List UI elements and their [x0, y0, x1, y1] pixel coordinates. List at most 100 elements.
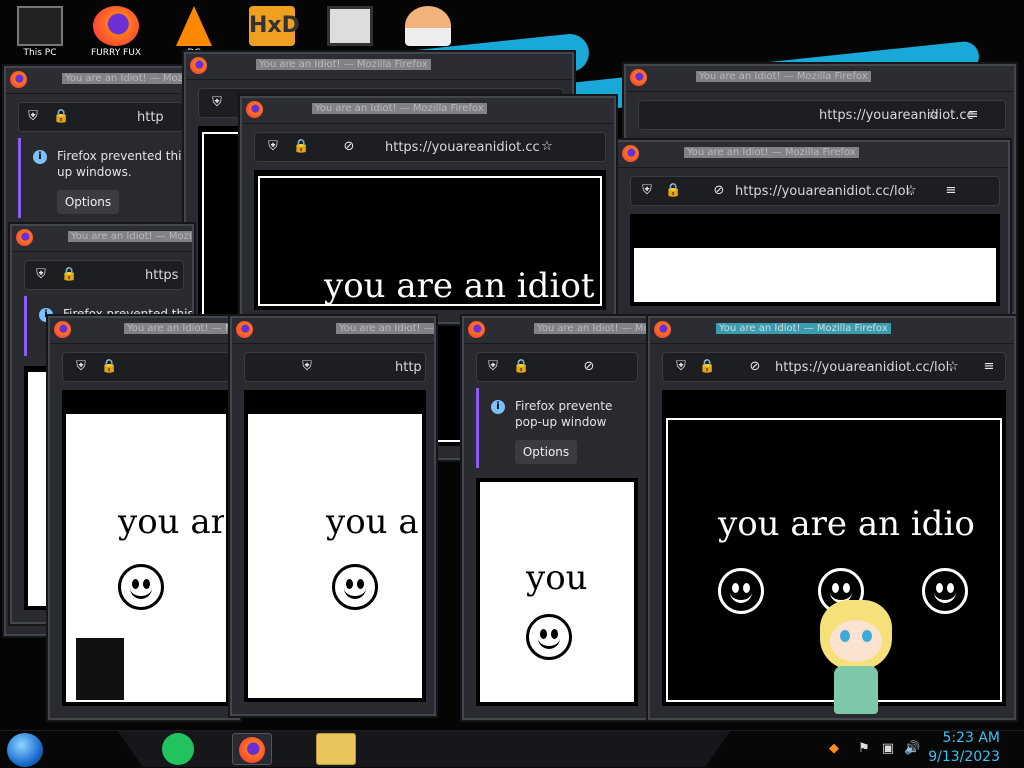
clock[interactable]: 5:23 AM 9/13/2023 — [928, 729, 1000, 767]
info-icon: i — [33, 150, 47, 164]
tracking-icon[interactable]: ⊘ — [581, 359, 597, 375]
toolbar: ⛨ 🔒 ⊘ — [476, 352, 638, 382]
smiley-icon — [922, 568, 968, 614]
firefox-icon — [246, 101, 263, 118]
lock-icon[interactable]: 🔒 — [513, 359, 529, 375]
phrase-text: you are an idiot — [324, 266, 595, 306]
network-icon[interactable]: ▣ — [880, 741, 896, 757]
taskbar: ◆ ⚑ ▣ 🔊 5:23 AM 9/13/2023 — [0, 730, 1024, 768]
window-title: You are an Idiot! — Mozilla Firefox — [68, 231, 192, 242]
menu-icon[interactable]: ≡ — [965, 107, 981, 123]
lock-icon[interactable]: 🔒 — [53, 109, 69, 125]
spotify-icon[interactable] — [162, 733, 194, 765]
phrase-text: you — [526, 558, 588, 598]
toolbar: ⛨ 🔒 ⊘ https://youareanidiot.cc/lol. ☆ ≡ — [662, 352, 1006, 382]
toolbar: ⛨ 🔒 http — [18, 102, 184, 132]
toolbar: ⛨ 🔒 — [62, 352, 230, 382]
shield-icon[interactable]: ⛨ — [299, 359, 315, 375]
options-button[interactable]: Options — [515, 440, 577, 464]
toolbar: ⛨ 🔒 ⊘ https://youareanidiot.cc/lol. ☆ ≡ — [630, 176, 1000, 206]
notice-text: Firefox prevented this s — [57, 149, 194, 163]
smiley-icon — [332, 564, 378, 610]
shield-icon[interactable]: ⛨ — [673, 359, 689, 375]
this-pc-icon[interactable]: This PC — [12, 6, 68, 64]
smiley-icon — [118, 564, 164, 610]
firefox-window[interactable]: You are an Idiot! — Mozilla Firefox ⛨ 🔒 … — [48, 316, 240, 720]
notice-text: pop-up window — [515, 415, 607, 429]
tray-app-icon[interactable]: ◆ — [826, 741, 842, 757]
lock-icon[interactable]: 🔒 — [665, 183, 681, 199]
taskbar-band — [118, 731, 730, 767]
url-bar[interactable]: https://youareanidiot.cc — [819, 108, 974, 123]
shield-icon[interactable]: ⛨ — [209, 95, 225, 111]
lock-icon[interactable]: 🔒 — [101, 359, 117, 375]
start-button[interactable] — [7, 733, 43, 767]
window-title: You are an Idiot! — Mozilla Firefox — [336, 323, 434, 334]
window-title: You are an Idiot! — Mozilla Firefox — [716, 323, 891, 334]
window-title: You are an Idiot! — Mozilla Firefox — [534, 323, 646, 334]
bookmark-star-icon[interactable]: ☆ — [945, 359, 961, 375]
phrase-text: you are an idio — [718, 504, 975, 544]
toolbar: https://youareanidiot.cc ☆ ≡ — [638, 100, 1006, 130]
firefox-icon — [16, 229, 33, 246]
bookmark-star-icon[interactable]: ☆ — [925, 107, 941, 123]
smiley-icon — [526, 614, 572, 660]
menu-icon[interactable]: ≡ — [981, 359, 997, 375]
firefox-icon — [190, 57, 207, 74]
window-title: You are an Idiot! — Mozilla Firefox — [312, 103, 487, 114]
firefox-window[interactable]: You are an Idiot! — Mozilla Firefox ⛨ 🔒 … — [462, 316, 648, 720]
firefox-icon — [622, 145, 639, 162]
file-explorer-icon[interactable] — [316, 733, 356, 765]
firefox-icon — [54, 321, 71, 338]
url-bar[interactable]: http — [395, 360, 422, 375]
firefox-icon — [236, 321, 253, 338]
shield-icon[interactable]: ⛨ — [639, 183, 655, 199]
lock-icon[interactable]: 🔒 — [61, 267, 77, 283]
bookmark-star-icon[interactable]: ☆ — [539, 139, 555, 155]
volume-icon[interactable]: 🔊 — [904, 741, 920, 757]
tracking-icon[interactable]: ⊘ — [747, 359, 763, 375]
lock-icon[interactable]: 🔒 — [699, 359, 715, 375]
firefox-desktop-icon[interactable]: FURRY FUX — [88, 6, 144, 64]
tracking-icon[interactable]: ⊘ — [341, 139, 357, 155]
url-bar[interactable]: https — [145, 268, 178, 283]
toolbar: ⛨ 🔒 https — [24, 260, 184, 290]
lock-icon[interactable]: 🔒 — [293, 139, 309, 155]
bookmark-star-icon[interactable]: ☆ — [903, 183, 919, 199]
firefox-icon — [630, 69, 647, 86]
firefox-icon — [10, 71, 27, 88]
shield-icon[interactable]: ⛨ — [485, 359, 501, 375]
window-title: You are an Idiot! — Mozilla Firefox — [684, 147, 859, 158]
shield-icon[interactable]: ⛨ — [265, 139, 281, 155]
flag-icon[interactable]: ⚑ — [856, 741, 872, 757]
clock-date: 9/13/2023 — [928, 749, 1000, 765]
window-title: You are an Idiot! — Mozilla Firefox — [124, 323, 238, 334]
window-title: You are an Idiot! — Mozilla Firefox — [62, 73, 192, 84]
window-title: You are an Idiot! — Mozilla Firefox — [256, 59, 431, 70]
firefox-taskbar-button[interactable] — [232, 733, 272, 765]
phrase-text: you are — [118, 502, 226, 542]
smiley-icon — [718, 568, 764, 614]
url-bar[interactable]: https://youareanidiot.cc/lol. — [735, 184, 913, 199]
url-bar[interactable]: https://youareanidiot.cc — [385, 140, 540, 155]
dark-block — [76, 638, 124, 700]
phrase-text: you a — [326, 502, 419, 542]
shield-icon[interactable]: ⛨ — [73, 359, 89, 375]
menu-icon[interactable]: ≡ — [943, 183, 959, 199]
popup-blocked-notice: i Firefox prevente pop-up window Options — [476, 388, 638, 468]
firefox-window[interactable]: You are an Idiot! — Mozilla Firefox ⛨ ht… — [230, 316, 436, 716]
shield-icon[interactable]: ⛨ — [33, 267, 49, 283]
clock-time: 5:23 AM — [942, 730, 1000, 746]
options-button[interactable]: Options — [57, 190, 119, 214]
url-bar[interactable]: https://youareanidiot.cc/lol. — [775, 360, 953, 375]
firefox-icon — [468, 321, 485, 338]
tracking-icon[interactable]: ⊘ — [711, 183, 727, 199]
firefox-window[interactable]: You are an Idiot! — Mozilla Firefox ⛨ 🔒 … — [616, 140, 1010, 320]
firefox-icon — [654, 321, 671, 338]
mascot-character — [806, 600, 906, 724]
popup-blocked-notice: i Firefox prevented this s up windows. Op… — [18, 138, 192, 218]
url-bar[interactable]: http — [137, 110, 164, 125]
shield-icon[interactable]: ⛨ — [25, 109, 41, 125]
firefox-window[interactable]: You are an Idiot! — Mozilla Firefox ⛨ 🔒 … — [240, 96, 616, 324]
desktop: This PC FURRY FUX DC HxD You are an Idio… — [0, 0, 1024, 730]
